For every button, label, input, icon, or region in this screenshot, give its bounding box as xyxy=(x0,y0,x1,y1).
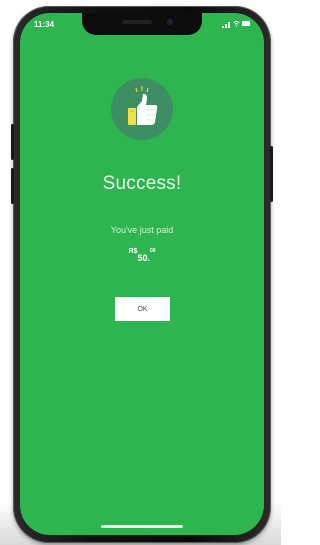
ok-button[interactable]: OK xyxy=(115,297,170,321)
volume-up-button-hardware xyxy=(11,124,14,160)
volume-down-button-hardware xyxy=(11,168,14,204)
payment-amount: R$50.00 xyxy=(20,248,264,266)
front-camera xyxy=(167,19,173,25)
speaker-grille xyxy=(122,20,152,24)
amount-cents: 00 xyxy=(149,248,156,254)
home-indicator[interactable] xyxy=(101,525,183,528)
success-title: Success! xyxy=(102,173,182,194)
success-badge xyxy=(111,78,173,140)
thumbs-up-icon xyxy=(128,86,158,125)
amount-value: 50. xyxy=(137,253,150,263)
status-icons xyxy=(222,20,250,28)
notch xyxy=(82,13,202,35)
power-button-hardware xyxy=(270,146,273,202)
payment-subtitle: You've just paid xyxy=(110,225,174,235)
status-time: 11:34 xyxy=(34,20,55,29)
battery-icon xyxy=(242,21,250,26)
wifi-icon xyxy=(233,20,240,27)
device-mockup: 11:34 Success! You've just paid R$50.00 … xyxy=(0,0,281,545)
phone-screen: 11:34 Success! You've just paid R$50.00 … xyxy=(20,13,264,535)
